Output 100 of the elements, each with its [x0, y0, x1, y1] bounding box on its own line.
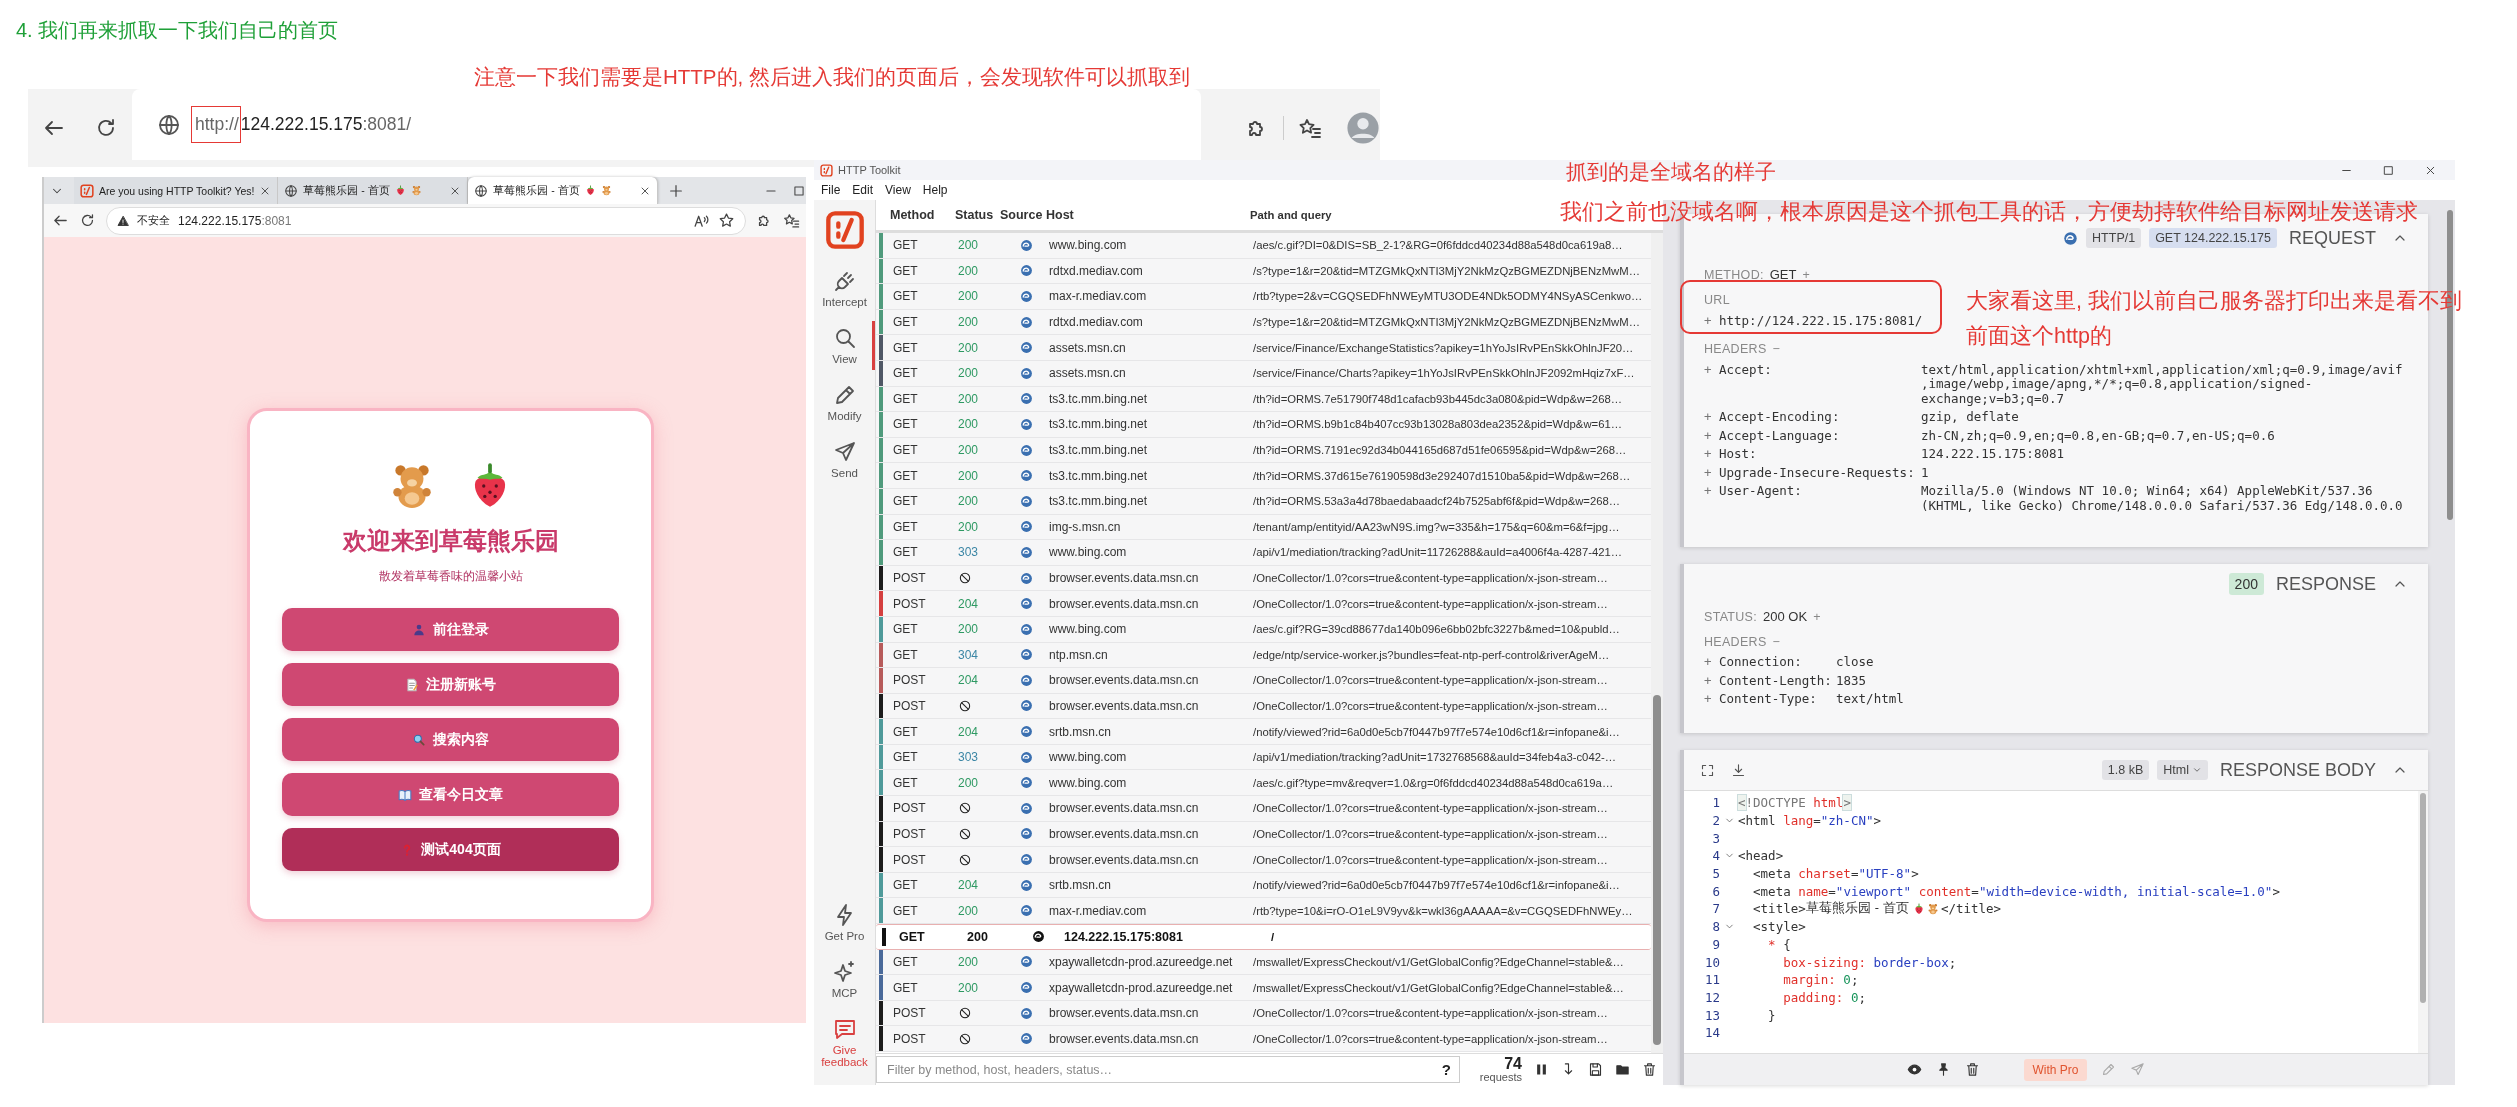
path-text: /OneCollector/1.0?cors=true&content-type=application/x-json-stream… [1253, 572, 1609, 584]
request-row[interactable]: POST browser.events.data.msn.cn /OneCollector/1.0?cors=true&content-type=application/x-json-stream… [876, 796, 1651, 822]
reload-icon[interactable] [79, 212, 96, 229]
toggle-sign[interactable]: + [1704, 484, 1719, 513]
request-row[interactable]: GET 200 www.bing.com /aes/c.gif?DI=0&DIS=SB_2-1?&RG=0f6fddcd40234d88a548d0ca619a8… [876, 233, 1651, 259]
save-icon[interactable] [1588, 1062, 1603, 1077]
filter-field[interactable]: Filter by method, host, headers, status… ? [876, 1056, 1460, 1083]
menu-item[interactable]: Edit [852, 183, 874, 197]
column-header[interactable]: Status [955, 208, 1000, 222]
new-tab-icon[interactable] [668, 182, 685, 199]
menu-item[interactable]: Help [922, 183, 948, 197]
request-row[interactable]: GET 200 assets.msn.cn /service/Finance/ExchangeStatistics?apikey=1hYoJsIRvPEnSkkOhlnJF20… [876, 335, 1651, 361]
toggle-sign[interactable]: + [1704, 655, 1719, 670]
menu-button[interactable]: 测试404页面 [282, 828, 619, 871]
scrollbar[interactable] [1651, 233, 1663, 1053]
menu-item[interactable]: File [821, 183, 841, 197]
scrollbar-thumb[interactable] [2420, 793, 2426, 1003]
card-title[interactable]: REQUEST [2289, 227, 2376, 249]
menu-button[interactable]: 搜索内容 [282, 718, 619, 761]
menu-button[interactable]: 查看今日文章 [282, 773, 619, 816]
menu-item[interactable]: View [885, 183, 911, 197]
nav-item[interactable]: MCP [814, 954, 875, 1004]
eye-icon[interactable] [1907, 1062, 1923, 1077]
toggle-sign[interactable]: − [1772, 342, 1780, 356]
toggle-sign[interactable]: + [1704, 673, 1719, 688]
nav-item[interactable]: Intercept [814, 264, 875, 313]
toggle-sign[interactable]: + [1704, 428, 1719, 443]
request-row[interactable]: POST browser.events.data.msn.cn /OneCollector/1.0?cors=true&content-type=application/x-json-stream… [876, 821, 1651, 848]
request-row[interactable]: GET 200 ts3.tc.mm.bing.net /th?id=ORMS.37d615e76190598d3e292407d1510ba5&pid=Wdp&w=268… [876, 463, 1651, 489]
toggle-sign[interactable]: − [1772, 634, 1780, 649]
toggle-sign[interactable]: + [1704, 465, 1719, 480]
column-header[interactable]: Method [876, 208, 955, 222]
menu-button[interactable]: 前往登录 [282, 608, 619, 651]
nav-item[interactable]: Modify [814, 378, 875, 427]
request-row[interactable]: GET 304 ntp.msn.cn /edge/ntp/service-worker.js?bundles=feat-ntp-perf-control&riverAgeM… [876, 642, 1651, 669]
expand-icon[interactable] [1700, 762, 1715, 778]
card-title[interactable]: RESPONSE BODY [2219, 759, 2376, 781]
request-row[interactable]: GET 200 ts3.tc.mm.bing.net /th?id=ORMS.b9b1c84b407cc93b13028a803dea2352&pid=Wdp&w=61… [876, 412, 1651, 438]
folder-icon[interactable] [1615, 1062, 1630, 1077]
browser-tab[interactable]: Are you using HTTP Toolkit? Yes! [74, 177, 279, 204]
scrollbar[interactable] [2418, 791, 2428, 1053]
download-icon[interactable] [1731, 762, 1746, 778]
request-row[interactable]: POST 204 browser.events.data.msn.cn /OneCollector/1.0?cors=true&content-type=application/x-json-stream… [876, 668, 1651, 694]
toggle-sign[interactable]: + [1704, 692, 1719, 707]
column-header[interactable]: Source [1000, 208, 1046, 222]
request-row[interactable]: GET 200 xpaywalletcdn-prod.azureedge.net /mswallet/ExpressCheckout/v1/GetGlobalConfig?EdgeChannel=stable&… [876, 949, 1651, 976]
favorites-icon[interactable] [783, 212, 800, 229]
status-code: 200 [958, 954, 979, 969]
menu-button[interactable]: 注册新账号 [282, 663, 619, 706]
request-row[interactable]: GET 200 assets.msn.cn /service/Finance/Charts?apikey=1hYoJsIRvPEnSkkOhlnJF2092mHqiz7xF… [876, 360, 1651, 387]
address-bar[interactable]: http://124.222.15.175:8081/ [132, 89, 1201, 160]
column-header[interactable]: Path and query [1250, 209, 1332, 221]
format-dropdown[interactable]: Html [2157, 760, 2208, 780]
help-mark[interactable]: ? [1441, 1061, 1451, 1078]
request-row[interactable]: GET 200 ts3.tc.mm.bing.net /th?id=ORMS.53a3a4d78baedabaadcf24b7525abf6f&pid=Wdp&w=268… [876, 488, 1651, 515]
star-icon[interactable] [718, 212, 735, 229]
card-title[interactable]: RESPONSE [2275, 573, 2376, 595]
request-row[interactable]: GET 200 max-r.mediav.com /rtb?type=2&v=CGQSEDFhNWEyMTU3ODE4NDk5ODMY4NSyASCenkwo… [876, 284, 1651, 310]
address-bar[interactable]: 不安全 124.222.15.175:8081 [106, 206, 746, 235]
request-row[interactable]: GET 200 124.222.15.175:8081 / [876, 924, 1651, 950]
path-text: /th?id=ORMS.7e51790f748d1cafacb93b445dc3a080&pid=Wdp&w=268… [1253, 392, 1623, 405]
browser-tab[interactable]: 草莓熊乐园 - 首页 [278, 177, 469, 204]
pause-icon[interactable] [1534, 1062, 1549, 1077]
browser-icon [1019, 597, 1033, 611]
trash-icon[interactable] [1965, 1062, 1981, 1077]
nav-item[interactable]: View [814, 321, 875, 370]
request-row[interactable]: GET 200 ts3.tc.mm.bing.net /th?id=ORMS.7e51790f748d1cafacb93b445dc3a080&pid=Wdp&w=268… [876, 386, 1651, 413]
favorites-icon[interactable] [1298, 116, 1322, 140]
request-row[interactable]: GET 303 www.bing.com /api/v1/mediation/tracking?adUnit=1732768568&auId=34feb4a3-c042-… [876, 744, 1651, 771]
maximize-icon[interactable] [2382, 163, 2395, 177]
request-row[interactable]: POST browser.events.data.msn.cn /OneCollector/1.0?cors=true&content-type=application/x-json-stream… [876, 1026, 1651, 1052]
nav-item[interactable]: Send [814, 435, 875, 484]
nav-item[interactable]: Get Pro [814, 897, 875, 947]
request-row[interactable]: POST browser.events.data.msn.cn /OneCollector/1.0?cors=true&content-type=application/x-json-stream… [876, 565, 1651, 592]
trash-icon[interactable] [1642, 1062, 1657, 1077]
request-row[interactable]: POST 204 browser.events.data.msn.cn /OneCollector/1.0?cors=true&content-type=application/x-json-stream… [876, 591, 1651, 617]
request-row[interactable]: POST browser.events.data.msn.cn /OneCollector/1.0?cors=true&content-type=application/x-json-stream… [876, 1000, 1651, 1027]
request-row[interactable]: GET 200 max-r.mediav.com /rtb?type=10&i=rO-O1eL9V9yv&k=wkl36gAAAAA=&v=CGQSEDFhNWEy… [876, 898, 1651, 925]
request-row[interactable]: GET 200 www.bing.com /aes/c.gif?RG=39cd88677da140b096e6bb02bfc3227b&med=10&publd… [876, 616, 1651, 643]
request-row[interactable]: GET 200 img-s.msn.cn /tenant/amp/entityid/AA23wN9S.img?w=335&h=175&q=60&m=6&f=jpg… [876, 514, 1651, 541]
request-row[interactable]: GET 200 www.bing.com /aes/c.gif?type=mv&reqver=1.0&rg=0f6fddcd40234d88a548d0ca619a… [876, 770, 1651, 797]
request-row[interactable]: GET 303 www.bing.com /api/v1/mediation/tracking?adUnit=11726288&auId=a4006f4a-4287-421… [876, 540, 1651, 566]
toggle-sign[interactable]: + [1704, 410, 1719, 425]
request-row[interactable]: GET 200 xpaywalletcdn-prod.azureedge.net /mswallet/ExpressCheckout/v1/GetGlobalConfig?EdgeChannel=stable&… [876, 975, 1651, 1001]
toggle-sign[interactable]: + [1704, 362, 1719, 406]
request-row[interactable]: GET 200 rdtxd.mediav.com /s?type=1&r=20&tid=MTZGMkQxNTI3MjY2NkMzQzBGMEZDNjBENzMwM… [876, 309, 1651, 336]
scrollbar-thumb[interactable] [1653, 695, 1661, 1045]
column-header[interactable]: Host [1046, 208, 1250, 222]
maximize-icon[interactable] [792, 183, 806, 198]
toggle-sign[interactable]: + [1704, 447, 1719, 462]
browser-tab[interactable]: 草莓熊乐园 - 首页 [468, 177, 659, 204]
nav-item[interactable]: Give feedback [814, 1011, 875, 1073]
request-row[interactable]: GET 200 rdtxd.mediav.com /s?type=1&r=20&tid=MTZGMkQxNTI3MjY2NkMzQzBGMEZDNjBENzMwM… [876, 258, 1651, 285]
request-row[interactable]: GET 204 srtb.msn.cn /notify/viewed?rid=6a0d0e5cb7f0447b97f7e574e10d6cf1&r=infopane&i… [876, 872, 1651, 899]
request-row[interactable]: GET 200 ts3.tc.mm.bing.net /th?id=ORMS.7191ec92d34b044165d687d51fe06595&pid=Wdp&w=268… [876, 437, 1651, 464]
toggle-sign[interactable]: + [1704, 314, 1719, 329]
request-row[interactable]: POST browser.events.data.msn.cn /OneCollector/1.0?cors=true&content-type=application/x-json-stream… [876, 847, 1651, 873]
code-line: <!DOCTYPE html> [1738, 795, 1851, 811]
request-row[interactable]: GET 204 srtb.msn.cn /notify/viewed?rid=6a0d0e5cb7f0447b97f7e574e10d6cf1&r=infopane&i… [876, 719, 1651, 745]
request-row[interactable]: POST browser.events.data.msn.cn /OneCollector/1.0?cors=true&content-type=application/x-json-stream… [876, 693, 1651, 720]
